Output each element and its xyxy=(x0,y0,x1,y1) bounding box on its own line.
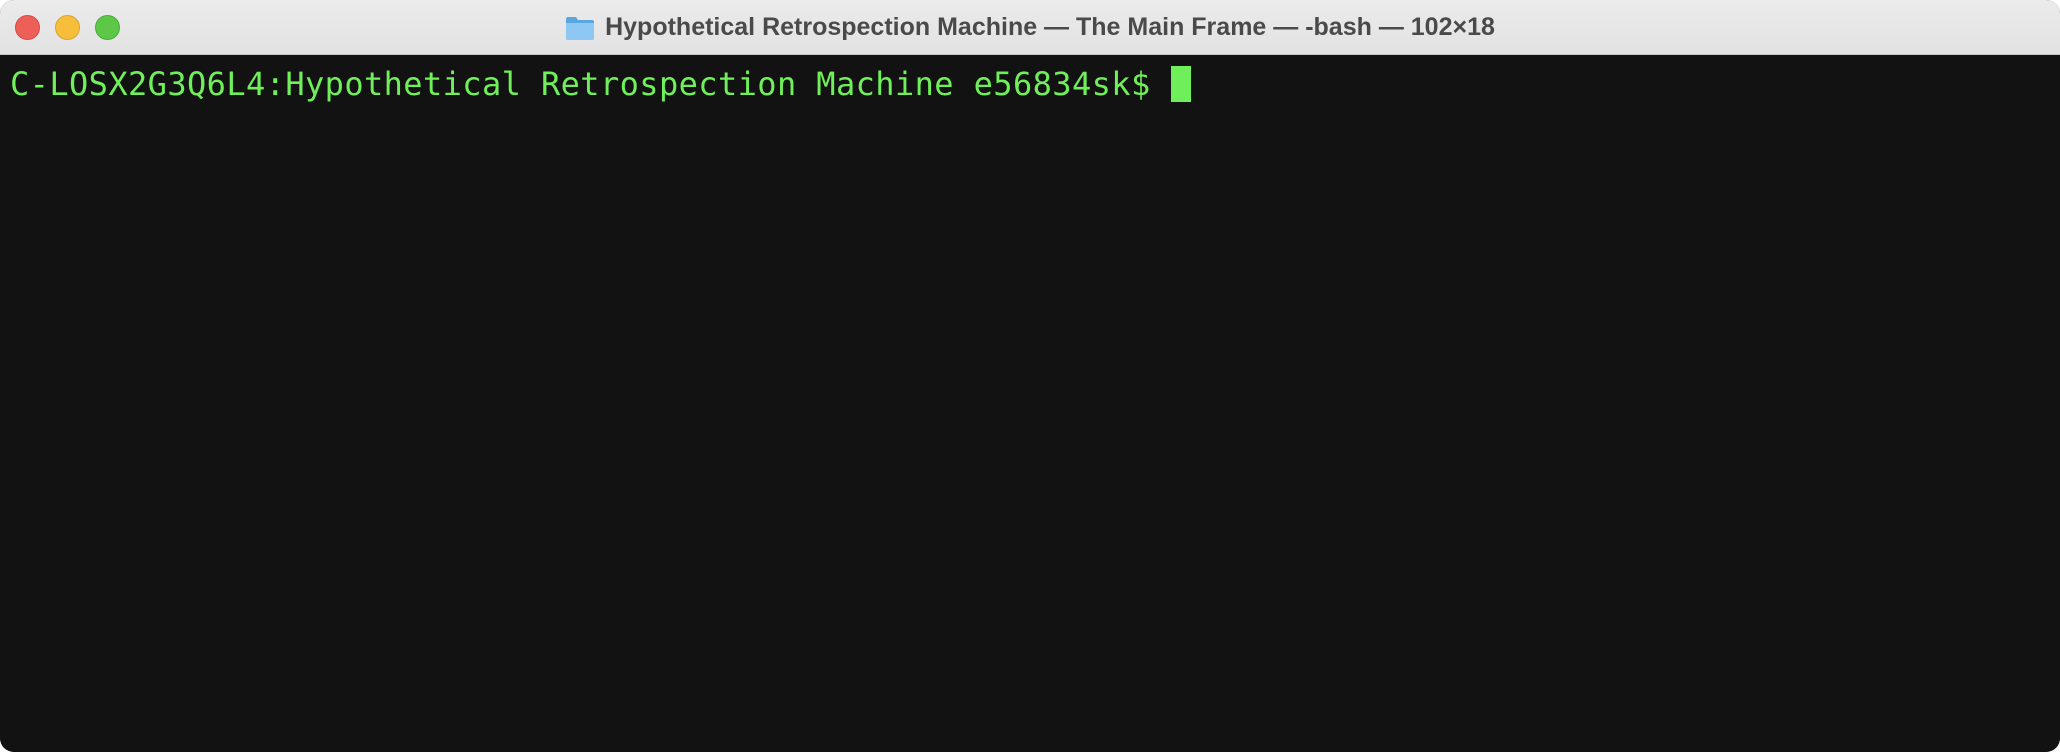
window-title: Hypothetical Retrospection Machine — The… xyxy=(0,0,2060,55)
terminal-content[interactable]: C-LOSX2G3Q6L4:Hypothetical Retrospection… xyxy=(0,55,2060,752)
terminal-window: Hypothetical Retrospection Machine — The… xyxy=(0,0,2060,752)
window-title-text: Hypothetical Retrospection Machine — The… xyxy=(605,13,1495,41)
shell-prompt: C-LOSX2G3Q6L4:Hypothetical Retrospection… xyxy=(10,65,1151,103)
prompt-line: C-LOSX2G3Q6L4:Hypothetical Retrospection… xyxy=(10,59,1191,109)
folder-icon xyxy=(565,15,595,41)
cursor xyxy=(1170,66,1191,102)
title-bar[interactable]: Hypothetical Retrospection Machine — The… xyxy=(0,0,2060,55)
